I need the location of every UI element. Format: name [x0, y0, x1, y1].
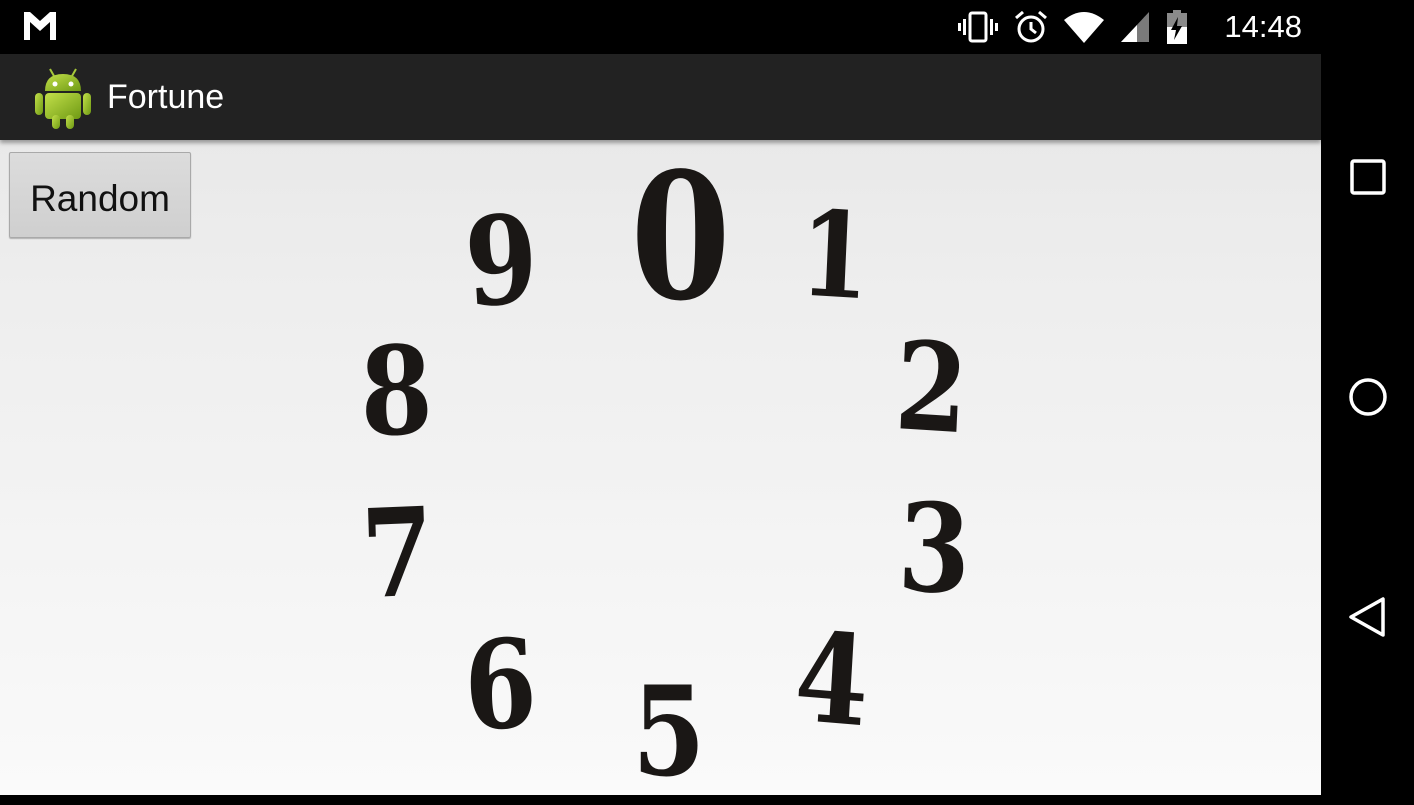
status-icons	[957, 8, 1189, 46]
wheel-digit-2: 2	[892, 313, 971, 462]
android-robot-icon	[35, 68, 91, 129]
wheel-digit-9: 9	[461, 185, 542, 336]
wheel-digit-7: 7	[359, 479, 436, 627]
action-bar: Fortune	[0, 54, 1321, 140]
back-icon	[1349, 597, 1385, 637]
battery-charging-icon	[1165, 9, 1189, 45]
wheel-digit-0: 0	[630, 135, 731, 340]
back-button[interactable]	[1345, 594, 1391, 640]
wheel-digit-5: 5	[632, 660, 706, 805]
gmail-icon	[24, 12, 56, 40]
random-button-label: Random	[30, 178, 170, 219]
wheel-digit-6: 6	[461, 610, 540, 759]
alarm-icon	[1013, 9, 1049, 45]
wheel-digit-3: 3	[896, 474, 973, 622]
recents-icon	[1350, 159, 1386, 195]
home-button[interactable]	[1345, 374, 1391, 420]
navigation-bar	[1321, 54, 1414, 795]
random-button[interactable]: Random	[9, 152, 191, 238]
status-clock: 14:48	[1224, 9, 1302, 44]
wifi-icon	[1063, 10, 1105, 44]
wheel-digit-8: 8	[358, 317, 435, 465]
signal-icon	[1119, 10, 1151, 44]
recents-button[interactable]	[1345, 154, 1391, 200]
vibrate-icon	[957, 10, 999, 44]
wheel-digit-1: 1	[796, 183, 873, 327]
app-title: Fortune	[107, 78, 225, 116]
wheel-digit-4: 4	[791, 604, 873, 756]
home-icon	[1349, 378, 1387, 416]
status-bar: 14:48	[0, 0, 1414, 54]
